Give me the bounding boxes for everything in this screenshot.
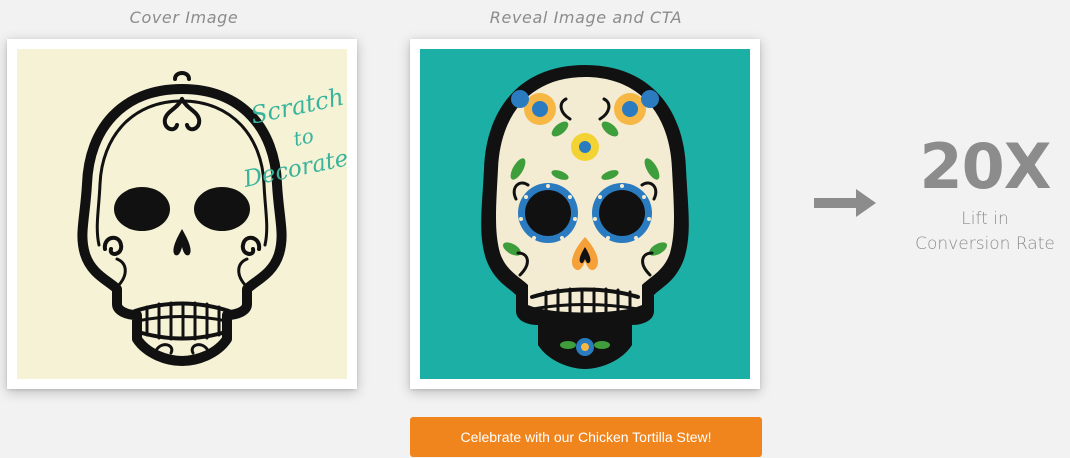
lift-stat-label-line-1: Lift in <box>961 209 1009 229</box>
lift-stat-label: Lift in Conversion Rate <box>900 207 1070 257</box>
reveal-image-caption: Reveal Image and CTA <box>489 8 683 27</box>
lift-stat-label-line-2: Conversion Rate <box>915 234 1055 254</box>
reveal-image-card <box>410 39 760 389</box>
cover-skull-image: Scratch to Decorate! <box>17 49 347 379</box>
cover-image-card: Scratch to Decorate! <box>7 39 357 389</box>
reveal-skull-image <box>420 49 750 379</box>
arrow-right-icon <box>814 189 876 217</box>
lift-stat-value: 20X <box>919 130 1051 203</box>
cta-button[interactable]: Celebrate with our Chicken Tortilla Stew… <box>410 417 762 457</box>
cover-image-caption: Cover Image <box>129 8 239 27</box>
